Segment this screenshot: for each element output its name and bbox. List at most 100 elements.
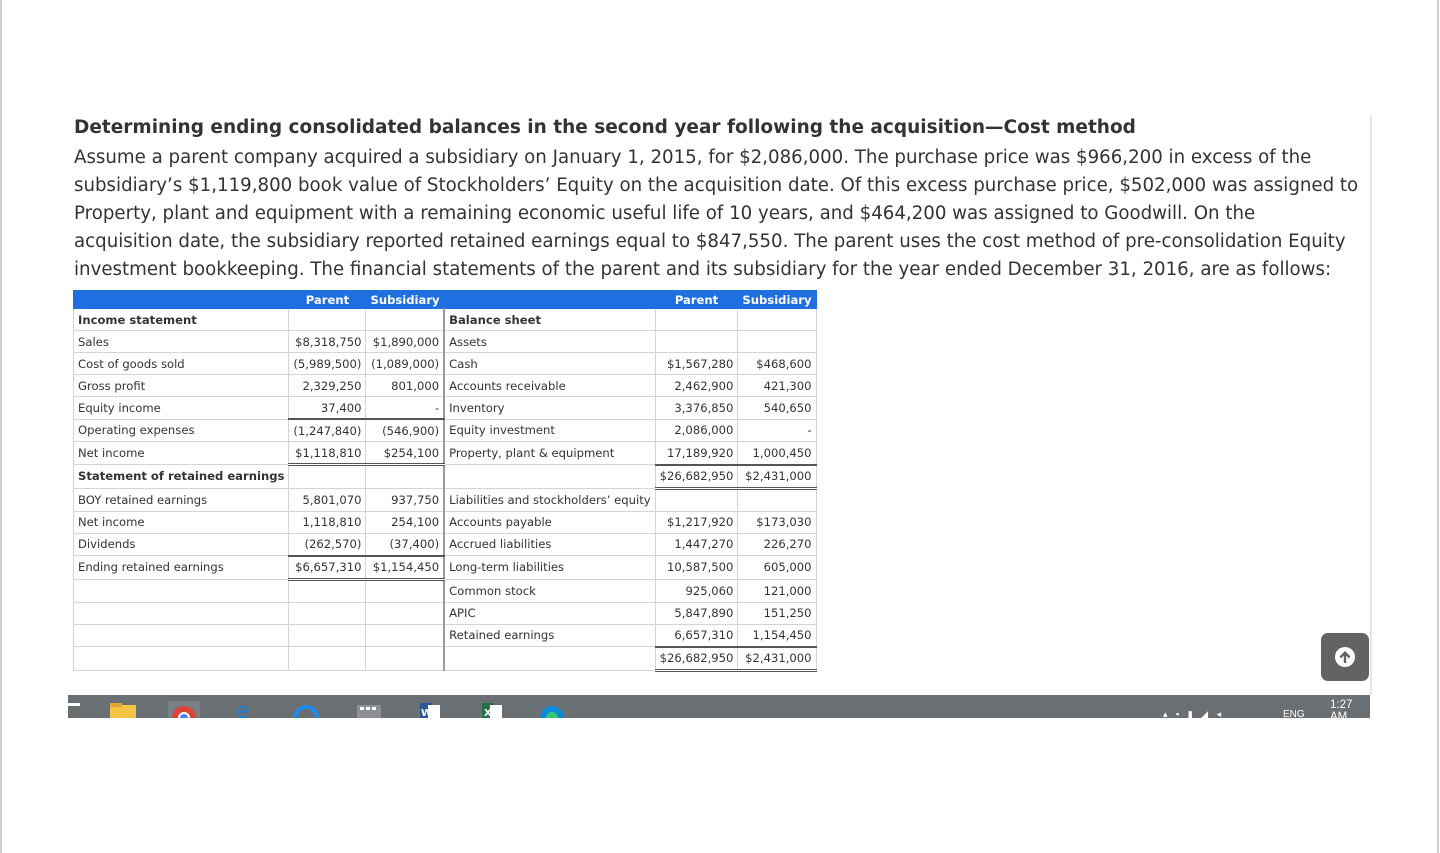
left-subsidiary-value: [365, 578, 445, 603]
cortana-icon[interactable]: [290, 701, 322, 731]
table-row: APIC 5,847,890 151,250: [72, 601, 817, 625]
header-subsidiary: Subsidiary: [365, 290, 445, 309]
left-parent-value: $1,118,810: [288, 441, 367, 466]
right-subsidiary-value: $468,600: [737, 352, 817, 375]
right-label-cell: Retained earnings: [443, 623, 656, 647]
system-tray-icons[interactable]: ▴ ▪ ▮ ◢ ◂: [1163, 709, 1224, 720]
left-parent-value: $6,657,310: [288, 555, 367, 581]
left-subsidiary-value: $254,100: [365, 441, 445, 466]
left-label-cell: Ending retained earnings: [72, 555, 290, 580]
scroll-to-top-button[interactable]: [1321, 633, 1369, 681]
left-subsidiary-value: (546,900): [365, 418, 445, 442]
chrome-icon[interactable]: [168, 701, 200, 730]
left-label-cell: Gross profit: [72, 374, 290, 397]
table-row: Net income $1,118,810 $254,100 Property, pl…: [72, 441, 817, 466]
financial-statements-table: Parent Subsidiary Parent Subsidiary Inco…: [72, 290, 817, 672]
right-parent-value: $26,682,950: [654, 464, 739, 490]
table-row: Income statement Balance sheet: [72, 308, 817, 331]
left-label-cell: Statement of retained earnings: [72, 464, 290, 489]
header-blank: [72, 290, 290, 309]
table-row: Equity income 37,400- Inventory 3,376,850 54…: [72, 396, 817, 420]
right-subsidiary-value: $2,431,000: [737, 646, 817, 672]
table-row: Sales $8,318,750 $1,890,000 Assets: [72, 330, 817, 353]
left-parent-value: [288, 601, 367, 625]
right-subsidiary-value: 151,250: [737, 601, 817, 625]
edge-new-icon[interactable]: [536, 701, 568, 730]
right-parent-value: 5,847,890: [654, 601, 739, 625]
table-row: Common stock 925,060 121,000: [72, 578, 817, 603]
table-row: Retained earnings 6,657,310 1,154,450: [72, 623, 817, 648]
table-row: Gross profit 2,329,250 801,000 Accounts rec…: [72, 374, 817, 397]
right-label-cell: Common stock: [443, 578, 656, 603]
right-subsidiary-value: -: [737, 418, 817, 442]
edge-icon[interactable]: e: [230, 699, 262, 724]
left-label-cell: Operating expenses: [72, 418, 290, 442]
right-subsidiary-value: 1,000,450: [737, 441, 817, 466]
right-label-cell: Balance sheet: [443, 308, 656, 331]
right-label-cell: Assets: [443, 330, 656, 353]
right-label-cell: [443, 464, 656, 489]
left-parent-value: 37,400: [288, 396, 367, 420]
right-label-cell: Liabilities and stockholders’ equity: [443, 487, 656, 512]
file-explorer-icon[interactable]: [108, 701, 140, 718]
table-row: Operating expenses (1,247,840) (546,900) Eq…: [72, 418, 817, 442]
right-label-cell: Equity investment: [443, 418, 656, 442]
left-parent-value: 1,118,810: [288, 510, 367, 534]
excel-icon[interactable]: X: [476, 701, 508, 719]
problem-heading: Determining ending consolidated balances…: [74, 117, 1136, 138]
left-label-cell: [72, 578, 290, 603]
left-subsidiary-value: -: [365, 396, 445, 420]
language-indicator[interactable]: ENG: [1283, 709, 1305, 720]
right-parent-value: $1,217,920: [654, 510, 739, 534]
right-subsidiary-value: [737, 308, 817, 331]
right-parent-value: 925,060: [654, 578, 739, 603]
left-parent-value: [288, 308, 367, 331]
start-button[interactable]: [68, 703, 80, 706]
left-parent-value: 5,801,070: [288, 487, 367, 512]
header-subsidiary-2: Subsidiary: [737, 290, 817, 309]
left-label-cell: BOY retained earnings: [72, 487, 290, 512]
left-subsidiary-value: 801,000: [365, 374, 445, 397]
header-parent-2: Parent: [654, 290, 739, 309]
arrow-up-icon: [1335, 647, 1355, 667]
left-parent-value: $8,318,750: [288, 330, 367, 353]
table-row: Net income 1,118,810 254,100 Accounts payab…: [72, 510, 817, 534]
right-subsidiary-value: [737, 487, 817, 512]
left-label-cell: Cost of goods sold: [72, 352, 290, 375]
calculator-icon[interactable]: [353, 701, 385, 718]
left-parent-value: [288, 578, 367, 603]
right-parent-value: [654, 487, 739, 512]
right-subsidiary-value: 605,000: [737, 555, 817, 580]
left-label-cell: [72, 601, 290, 625]
header-blank-2: [443, 290, 656, 309]
left-parent-value: (262,570): [288, 532, 367, 557]
right-label-cell: Long-term liabilities: [443, 555, 656, 580]
right-parent-value: [654, 330, 739, 353]
left-subsidiary-value: (37,400): [365, 532, 445, 557]
right-label-cell: APIC: [443, 601, 656, 625]
right-parent-value: 6,657,310: [654, 623, 739, 648]
left-parent-value: (5,989,500): [288, 352, 367, 375]
clock[interactable]: 1:27 AM: [1330, 699, 1370, 723]
table-row: Statement of retained earnings $26,682,95…: [72, 464, 817, 490]
left-subsidiary-value: $1,890,000: [365, 330, 445, 353]
window-left-border: [0, 0, 2, 853]
right-label-cell: Accrued liabilities: [443, 532, 656, 556]
left-subsidiary-value: (1,089,000): [365, 352, 445, 375]
left-parent-value: (1,247,840): [288, 418, 367, 442]
right-label-cell: Property, plant & equipment: [443, 441, 656, 465]
left-subsidiary-value: [365, 646, 445, 671]
right-subsidiary-value: 540,650: [737, 396, 817, 420]
left-subsidiary-value: 254,100: [365, 510, 445, 534]
problem-description: Assume a parent company acquired a subsi…: [74, 147, 1359, 280]
word-icon[interactable]: W: [414, 701, 446, 719]
right-parent-value: $1,567,280: [654, 352, 739, 375]
right-subsidiary-value: 226,270: [737, 532, 817, 556]
svg-text:W: W: [421, 708, 432, 718]
header-parent: Parent: [288, 290, 367, 309]
table-row: Ending retained earnings $6,657,310 $1,154…: [72, 555, 817, 581]
right-subsidiary-value: 121,000: [737, 578, 817, 603]
left-subsidiary-value: $1,154,450: [365, 555, 445, 581]
left-parent-value: [288, 623, 367, 647]
window-right-border: [1437, 0, 1439, 853]
